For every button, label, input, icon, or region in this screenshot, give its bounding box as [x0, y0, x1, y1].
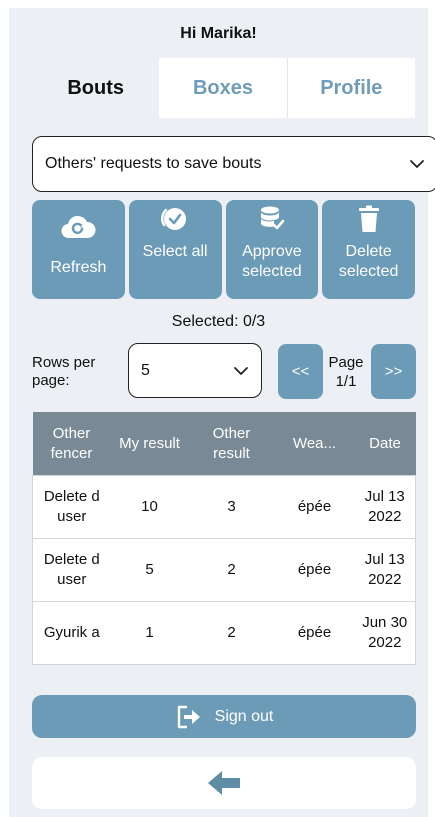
rows-per-page-select[interactable]: 5 — [128, 343, 262, 398]
cell-my-result: 1 — [110, 601, 189, 665]
cell-other-fencer: Delete d user — [32, 475, 111, 539]
arrow-left-icon — [208, 771, 240, 795]
cell-other-result: 2 — [188, 538, 275, 602]
column-header[interactable]: Date — [354, 412, 416, 476]
rows-per-page-value: 5 — [141, 361, 150, 379]
cell-weapon: épée — [274, 538, 355, 602]
sign-out-icon — [177, 705, 200, 728]
tab-bar: Bouts Boxes Profile — [32, 58, 415, 118]
column-header[interactable]: Wea... — [274, 412, 355, 476]
table-header-row: Other fencer My result Other result Wea.… — [32, 412, 416, 476]
select-all-label: Select all — [142, 243, 208, 260]
trash-icon — [357, 204, 381, 234]
cell-date: Jun 30 2022 — [354, 601, 416, 665]
page-indicator: Page 1/1 — [324, 353, 368, 391]
rows-per-page-label: Rows per page: — [32, 354, 96, 389]
page-value: 1/1 — [335, 373, 357, 390]
delete-selected-button[interactable]: Delete selected — [322, 200, 415, 299]
cell-my-result: 10 — [110, 475, 189, 539]
sign-out-label: Sign out — [214, 707, 274, 725]
check-badge-icon — [160, 204, 190, 234]
refresh-button[interactable]: Refresh — [32, 200, 125, 299]
bouts-table: Other fencer My result Other result Wea.… — [32, 412, 416, 665]
chevron-down-icon — [234, 366, 248, 375]
selected-count: Selected: 0/3 — [171, 313, 266, 330]
cell-date: Jul 13 2022 — [354, 475, 416, 539]
app-screen: Hi Marika! Bouts Boxes Profile Others' r… — [9, 8, 435, 817]
refresh-label: Refresh — [50, 259, 107, 276]
cell-weapon: épée — [274, 601, 355, 665]
prev-page-button[interactable]: << — [278, 344, 323, 399]
back-button[interactable] — [32, 757, 416, 809]
cell-date: Jul 13 2022 — [354, 538, 416, 602]
next-page-button[interactable]: >> — [371, 344, 416, 399]
tab-profile[interactable]: Profile — [286, 58, 415, 118]
chevron-down-icon — [410, 160, 424, 168]
cloud-refresh-icon — [60, 212, 96, 242]
greeting: Hi Marika! — [180, 25, 257, 42]
page-label: Page — [328, 354, 364, 371]
action-bar: Refresh Select all Approve selected Dele… — [32, 200, 415, 299]
tab-bouts[interactable]: Bouts — [32, 58, 160, 118]
approve-selected-label: Approve selected — [242, 243, 302, 280]
cell-other-result: 3 — [188, 475, 275, 539]
column-header[interactable]: Other fencer — [32, 412, 111, 476]
cell-weapon: épée — [274, 475, 355, 539]
delete-selected-label: Delete selected — [338, 243, 399, 280]
cell-other-fencer: Delete d user — [32, 538, 111, 602]
table-row[interactable]: Delete d user 10 3 épée Jul 13 2022 — [32, 475, 416, 539]
approve-selected-button[interactable]: Approve selected — [225, 200, 319, 299]
database-check-icon — [258, 204, 286, 234]
select-all-button[interactable]: Select all — [128, 200, 222, 299]
cell-other-result: 2 — [188, 601, 275, 665]
cell-my-result: 5 — [110, 538, 189, 602]
filter-dropdown[interactable]: Others' requests to save bouts — [32, 136, 435, 192]
column-header[interactable]: Other result — [188, 412, 275, 476]
sign-out-button[interactable]: Sign out — [32, 695, 416, 738]
cell-other-fencer: Gyurik a — [32, 601, 111, 665]
table-row[interactable]: Delete d user 5 2 épée Jul 13 2022 — [32, 538, 416, 602]
table-row[interactable]: Gyurik a 1 2 épée Jun 30 2022 — [32, 601, 416, 665]
filter-dropdown-value: Others' requests to save bouts — [45, 155, 262, 172]
column-header[interactable]: My result — [110, 412, 189, 476]
tab-boxes[interactable]: Boxes — [159, 58, 287, 118]
